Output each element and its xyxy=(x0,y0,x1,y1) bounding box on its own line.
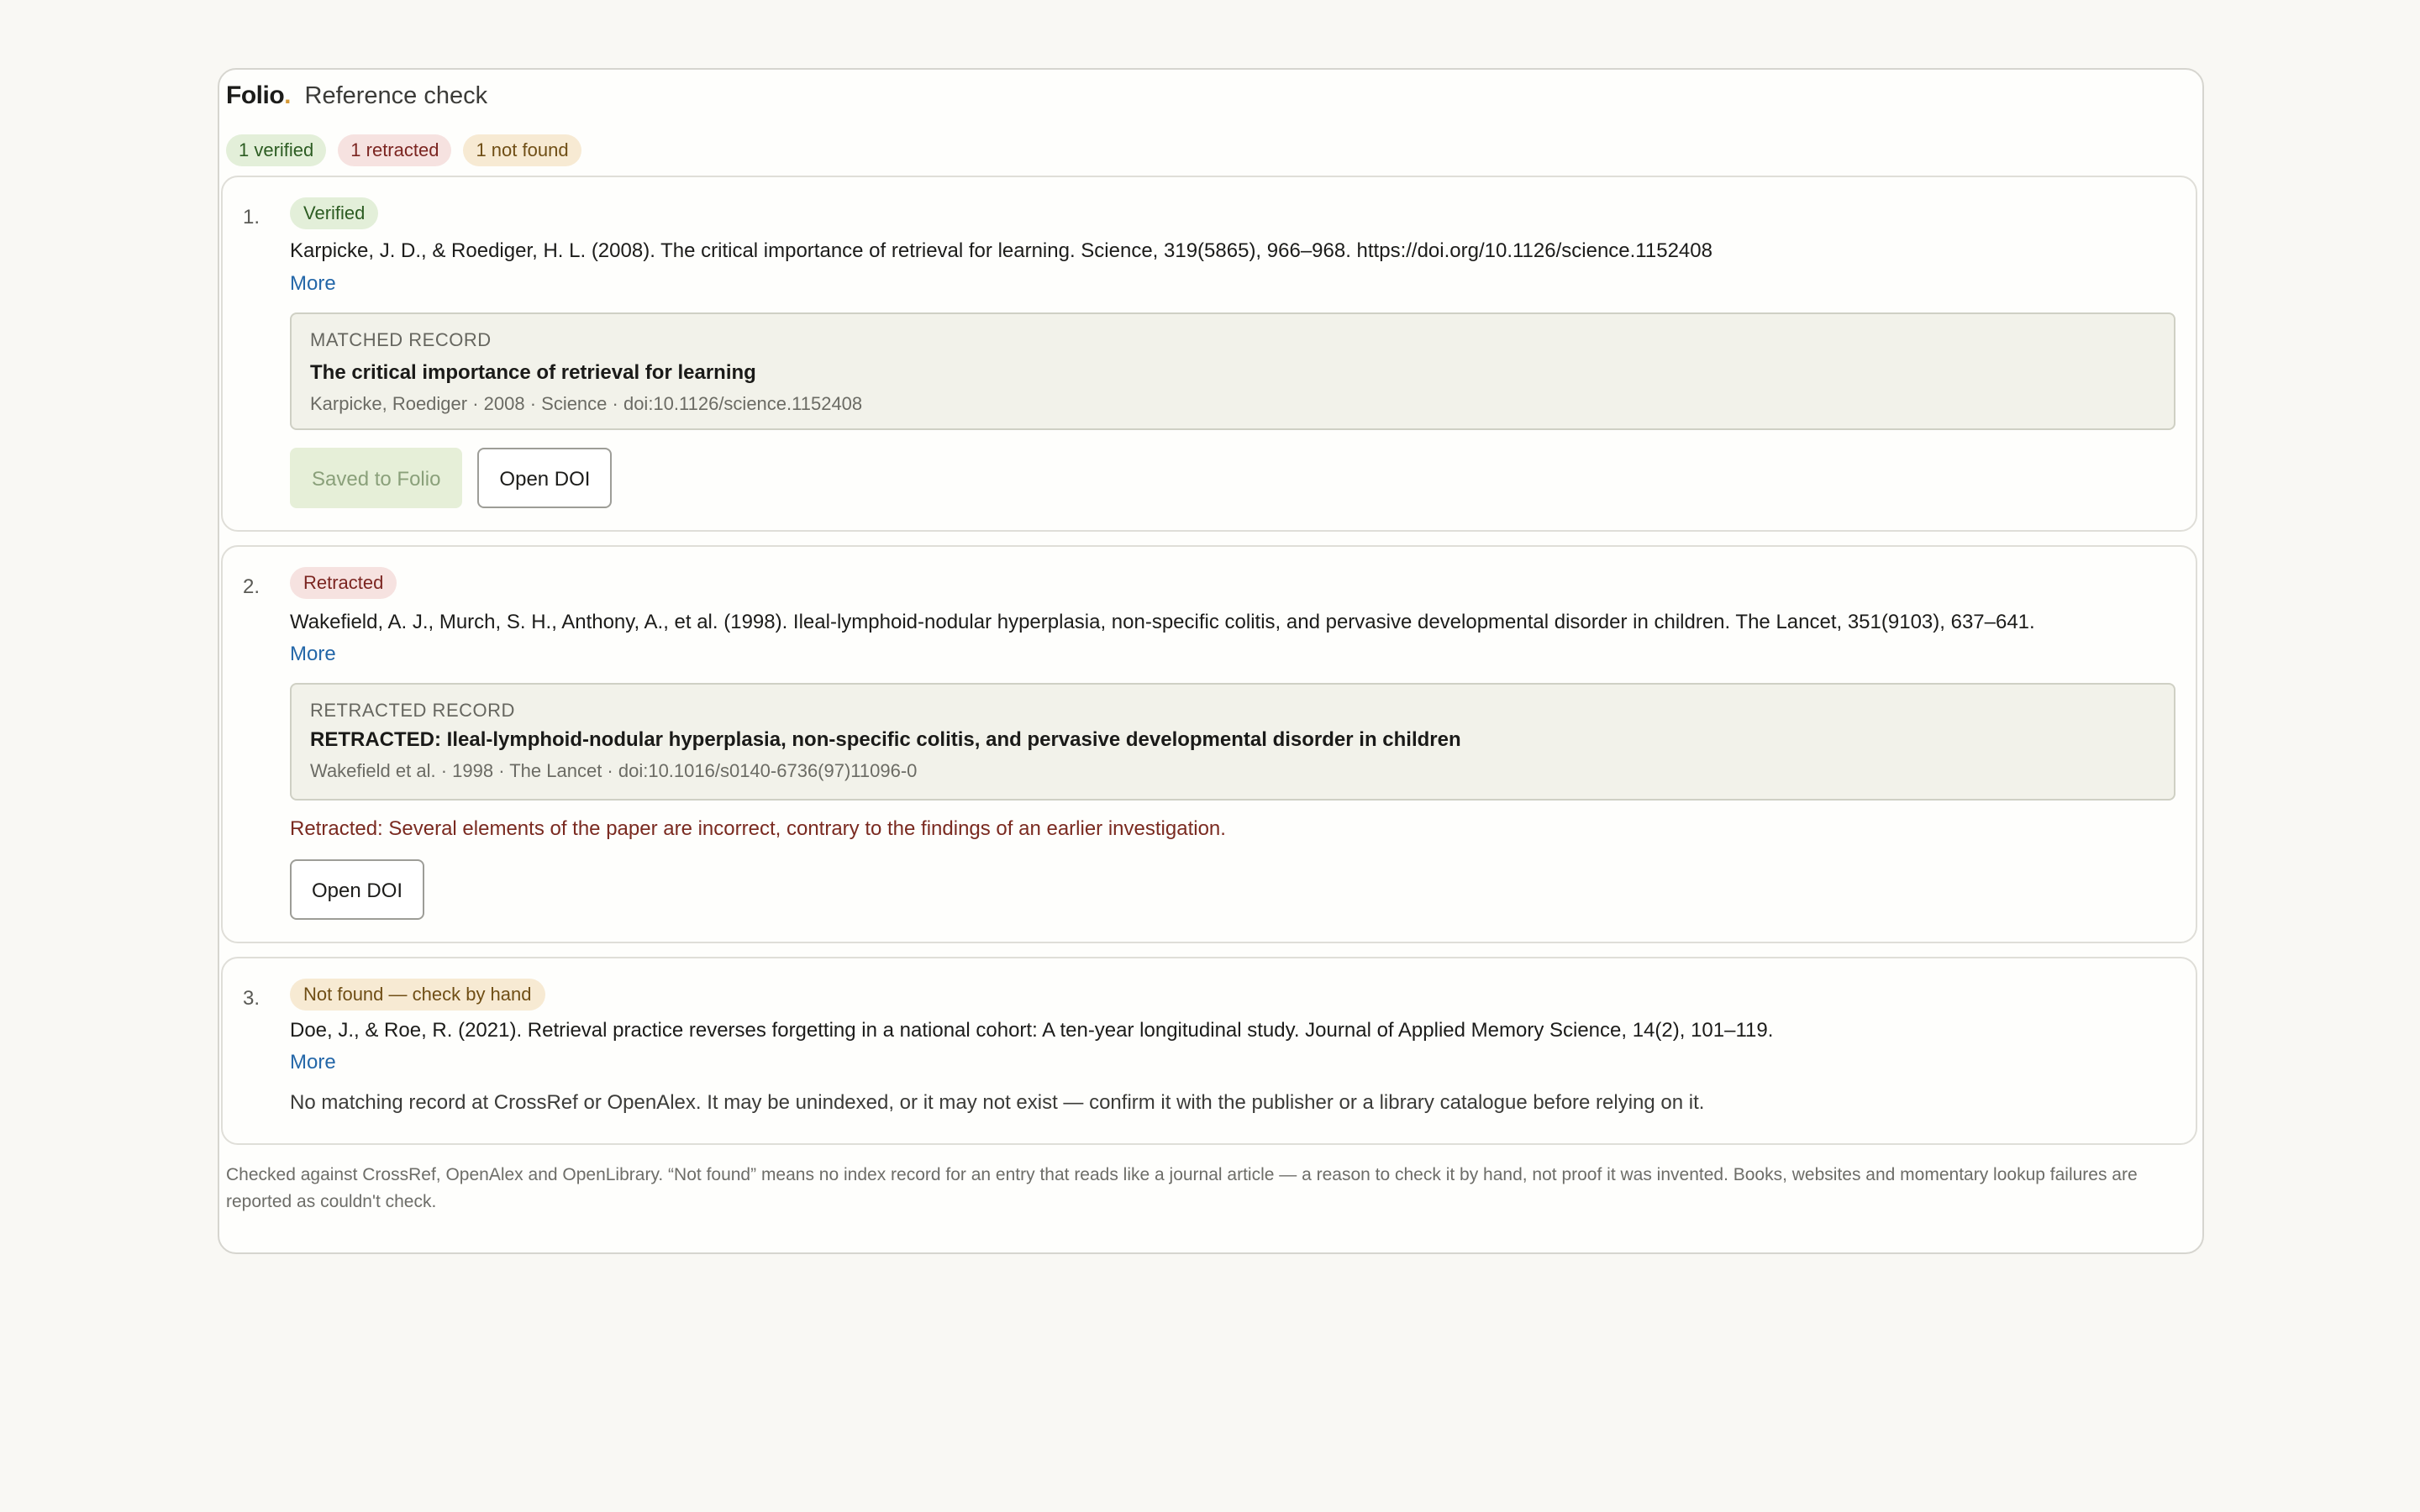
citation-text: Karpicke, J. D., & Roediger, H. L. (2008… xyxy=(290,239,1712,262)
more-link[interactable]: More xyxy=(290,272,2175,296)
reference-check-panel: Folio. Reference check 1 verified 1 retr… xyxy=(218,68,2204,1254)
verified-count-badge: 1 verified xyxy=(226,134,327,166)
record-meta: Wakefield et al. · 1998 · The Lancet · d… xyxy=(310,760,918,781)
more-link[interactable]: More xyxy=(290,643,2175,666)
panel-header: Folio. Reference check 1 verified 1 retr… xyxy=(219,81,2202,167)
reference-number: 3. xyxy=(243,987,260,1010)
more-link[interactable]: More xyxy=(290,1051,2175,1074)
status-badge-retracted: Retracted xyxy=(290,567,397,599)
status-badge-not-found: Not found — check by hand xyxy=(290,979,545,1011)
reference-content: Retracted Wakefield, A. J., Murch, S. H.… xyxy=(290,567,2175,920)
footer-note: Checked against CrossRef, OpenAlex and O… xyxy=(226,1165,2138,1211)
retracted-record-card: RETRACTED RECORD RETRACTED: Ileal-lympho… xyxy=(290,683,2175,801)
reference-actions: Open DOI xyxy=(290,859,2175,920)
not-found-count-badge: 1 not found xyxy=(463,134,581,166)
record-title: The critical importance of retrieval for… xyxy=(310,361,756,384)
title-row: Folio. Reference check xyxy=(226,81,2202,132)
not-found-note: No matching record at CrossRef or OpenAl… xyxy=(290,1091,1705,1114)
citation-text: Doe, J., & Roe, R. (2021). Retrieval pra… xyxy=(290,1019,1774,1042)
page-title: Reference check xyxy=(304,82,488,109)
reference-number: 2. xyxy=(243,575,260,598)
reference-actions: Saved to Folio Open DOI xyxy=(290,448,2175,508)
record-meta: Karpicke, Roediger · 2008 · Science · do… xyxy=(310,393,863,414)
brand-dot: . xyxy=(284,81,292,109)
reference-item-1: 1. Verified Karpicke, J. D., & Roediger,… xyxy=(221,176,2197,532)
record-title: RETRACTED: Ileal-lymphoid-nodular hyperp… xyxy=(310,728,1461,751)
open-doi-button[interactable]: Open DOI xyxy=(290,859,425,920)
retraction-reason: Retracted: Several elements of the paper… xyxy=(290,817,1226,840)
open-doi-button[interactable]: Open DOI xyxy=(477,448,613,508)
reference-item-2: 2. Retracted Wakefield, A. J., Murch, S.… xyxy=(221,545,2197,943)
reference-content: Verified Karpicke, J. D., & Roediger, H.… xyxy=(290,197,2175,508)
record-label: RETRACTED RECORD xyxy=(310,700,515,721)
retracted-count-badge: 1 retracted xyxy=(338,134,452,166)
status-badge-verified: Verified xyxy=(290,197,379,229)
summary-badges: 1 verified 1 retracted 1 not found xyxy=(226,134,2202,167)
reference-content: Not found — check by hand Doe, J., & Roe… xyxy=(290,979,2175,1115)
reference-item-3: 3. Not found — check by hand Doe, J., & … xyxy=(221,957,2197,1145)
citation-text: Wakefield, A. J., Murch, S. H., Anthony,… xyxy=(290,611,2035,633)
record-label: MATCHED RECORD xyxy=(310,329,492,350)
brand-logo: Folio xyxy=(226,81,285,109)
matched-record-card: MATCHED RECORD The critical importance o… xyxy=(290,312,2175,430)
saved-to-folio-button[interactable]: Saved to Folio xyxy=(290,448,463,508)
reference-number: 1. xyxy=(243,206,260,228)
